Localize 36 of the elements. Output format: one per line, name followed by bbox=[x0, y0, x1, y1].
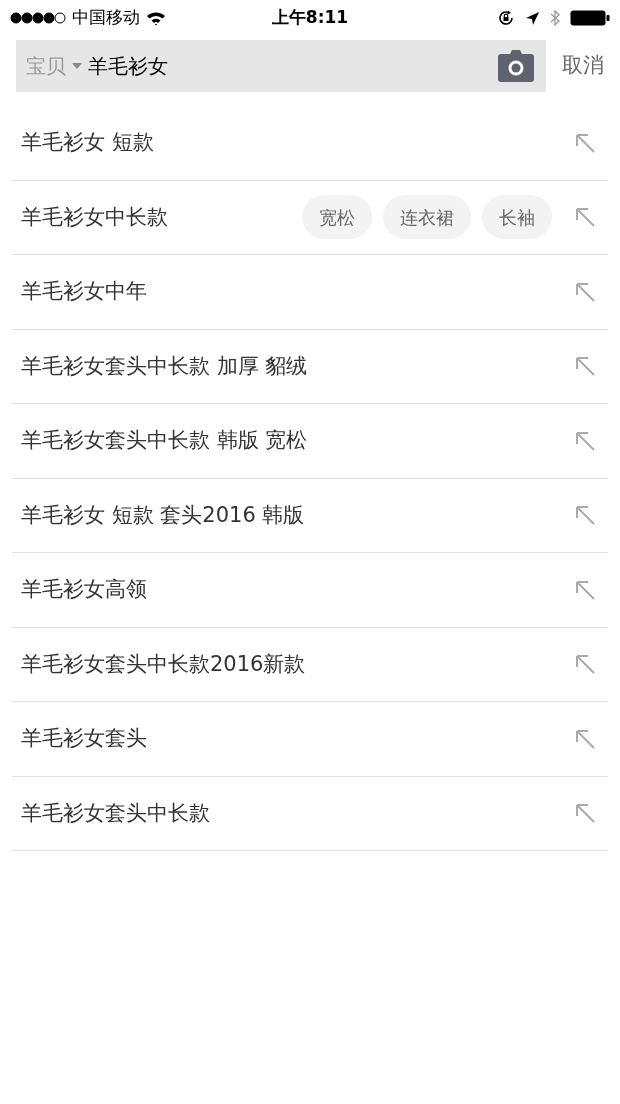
suggestion-text[interactable]: 羊毛衫女套头中长款2016新款 bbox=[21, 648, 552, 680]
fill-arrow-icon[interactable] bbox=[574, 429, 596, 452]
fill-arrow-icon[interactable] bbox=[574, 131, 596, 154]
carrier-name: 中国移动 bbox=[72, 6, 140, 30]
keyword-tag[interactable]: 宽松 bbox=[302, 195, 372, 240]
suggestion-text[interactable]: 羊毛衫女中年 bbox=[21, 276, 552, 308]
suggestion-text[interactable]: 羊毛衫女套头中长款 韩版 宽松 bbox=[21, 425, 552, 457]
keyword-tag[interactable]: 长袖 bbox=[482, 195, 552, 240]
battery-icon bbox=[570, 10, 610, 26]
fill-arrow-icon[interactable] bbox=[574, 653, 596, 676]
fill-arrow-icon[interactable] bbox=[574, 206, 596, 229]
fill-arrow-icon[interactable] bbox=[574, 504, 596, 527]
suggestion-text[interactable]: 羊毛衫女高领 bbox=[21, 574, 552, 606]
camera-icon[interactable] bbox=[498, 50, 534, 82]
suggestion-text[interactable]: 羊毛衫女 短款 bbox=[21, 127, 552, 159]
fill-arrow-icon[interactable] bbox=[574, 355, 596, 378]
signal-icon bbox=[10, 12, 66, 24]
bluetooth-icon bbox=[550, 9, 560, 27]
suggestion-text[interactable]: 羊毛衫女套头中长款 加厚 貂绒 bbox=[21, 350, 552, 382]
wifi-icon bbox=[146, 10, 166, 26]
caret-icon bbox=[72, 63, 82, 69]
suggestion-text[interactable]: 羊毛衫女套头中长款 bbox=[21, 797, 552, 829]
status-time: 上午8:11 bbox=[271, 6, 349, 30]
fill-arrow-icon[interactable] bbox=[574, 802, 596, 825]
rotation-lock-icon bbox=[497, 9, 515, 27]
cancel-button[interactable]: 取消 bbox=[562, 50, 604, 82]
suggestion-text[interactable]: 羊毛衫女中长款 bbox=[21, 201, 291, 233]
fill-arrow-icon[interactable] bbox=[574, 280, 596, 303]
fill-arrow-icon[interactable] bbox=[574, 578, 596, 601]
suggestion-text[interactable]: 羊毛衫女套头 bbox=[21, 723, 552, 755]
search-text: 羊毛衫女 bbox=[88, 53, 169, 80]
location-arrow-icon bbox=[525, 10, 540, 26]
keyword-tag[interactable]: 连衣裙 bbox=[383, 195, 471, 240]
search-field[interactable]: 宝贝 羊毛衫女 bbox=[16, 40, 546, 92]
suggestion-text[interactable]: 羊毛衫女 短款 套头2016 韩版 bbox=[21, 499, 552, 531]
fill-arrow-icon[interactable] bbox=[574, 727, 596, 750]
